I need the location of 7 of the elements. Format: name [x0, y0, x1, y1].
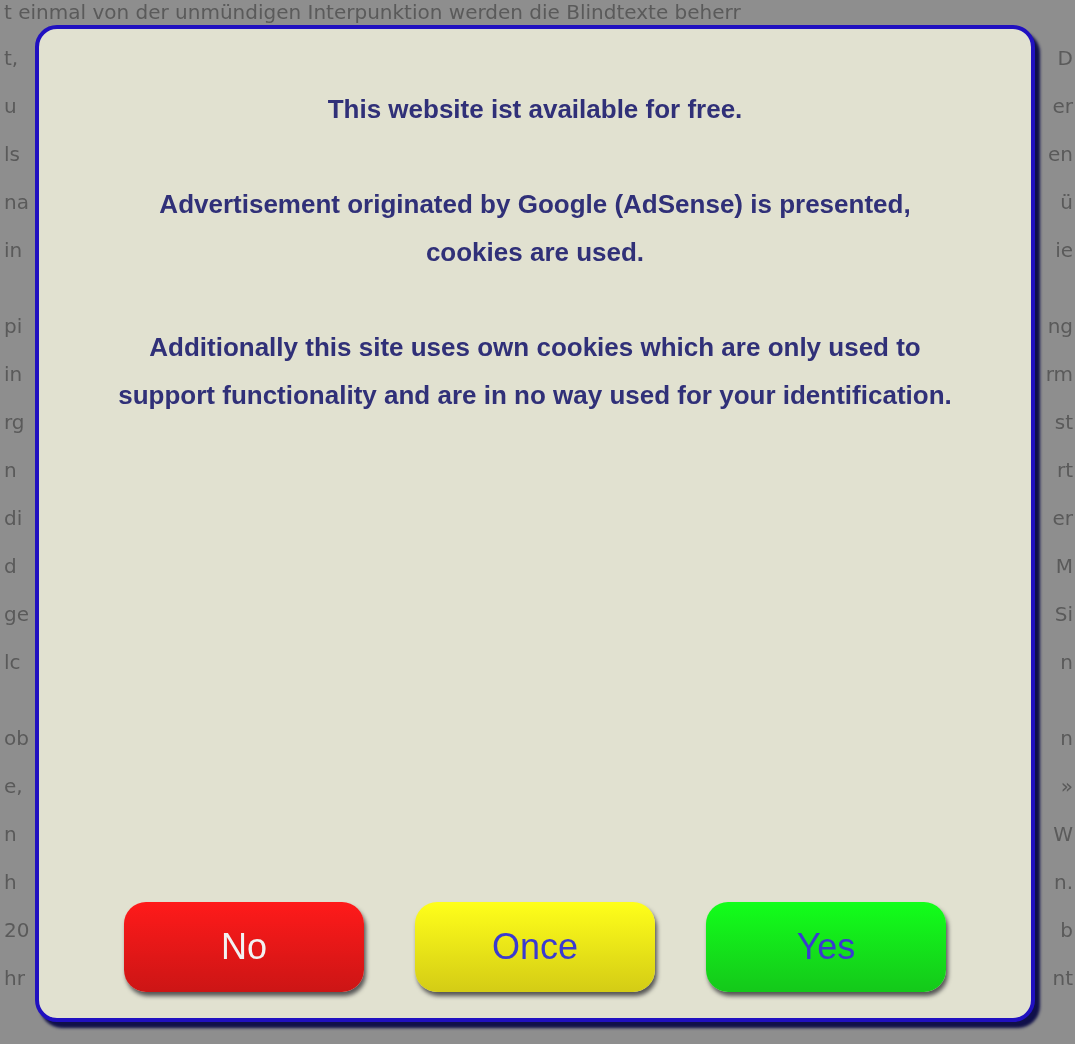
dialog-message: Advertisement originated by Google (AdSense) is presented, cookies are used.: [158, 188, 912, 269]
no-button[interactable]: No: [124, 902, 364, 992]
dialog-message: Additionally this site uses own cookies which are only used to support functionality and are in no way used for your identification.: [117, 331, 953, 412]
background-text: »: [1060, 773, 1073, 800]
once-button[interactable]: Once: [415, 902, 655, 992]
dialog-message: This website ist available for free.: [326, 93, 744, 126]
yes-button[interactable]: Yes: [706, 902, 946, 992]
